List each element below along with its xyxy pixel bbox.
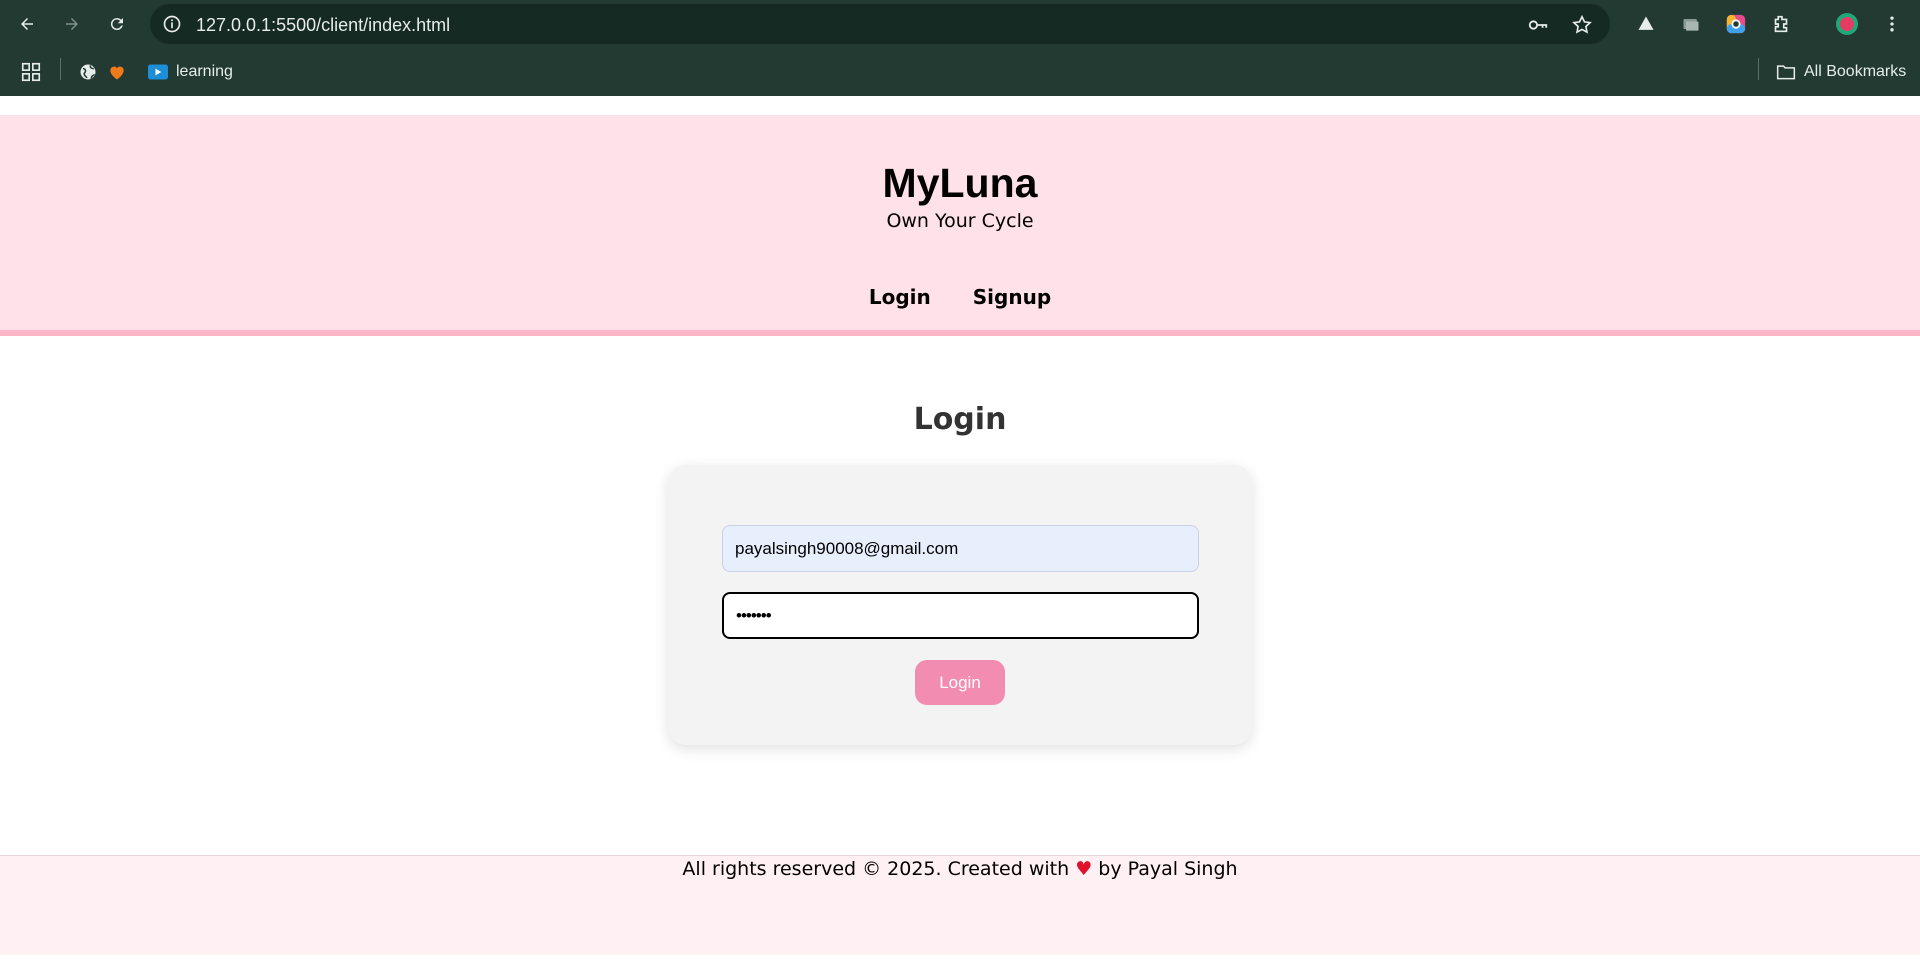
site-info-icon[interactable]: [162, 14, 182, 34]
site-tagline: Own Your Cycle: [886, 210, 1034, 232]
heart-icon: ♥: [1075, 858, 1093, 880]
site-title: MyLuna: [882, 160, 1038, 206]
forward-button[interactable]: [57, 9, 87, 39]
bookmarks-bar: learning All Bookmarks: [0, 48, 1920, 96]
forward-icon: [66, 18, 78, 30]
site-footer: All rights reserved © 2025. Created with…: [0, 855, 1920, 955]
folder-icon: [1776, 65, 1796, 80]
login-form-card: Login: [668, 465, 1252, 745]
back-icon: [21, 18, 33, 30]
password-field[interactable]: [722, 592, 1199, 639]
browser-chrome: 127.0.0.1:5500/client/index.html learnin…: [0, 0, 1920, 96]
main-nav: Login Signup: [0, 285, 1920, 309]
menu-dots-icon[interactable]: [1880, 12, 1904, 36]
all-bookmarks-label: All Bookmarks: [1804, 63, 1907, 80]
heart-icon[interactable]: [107, 60, 127, 84]
login-heading: Login: [913, 402, 1007, 437]
footer-text-end: by Payal Singh: [1098, 858, 1238, 880]
password-key-icon[interactable]: [1527, 14, 1549, 36]
reload-button[interactable]: [102, 9, 132, 39]
login-submit-button[interactable]: Login: [915, 660, 1005, 705]
bookmark-learning-label: learning: [176, 63, 233, 80]
nav-signup-link[interactable]: Signup: [973, 285, 1051, 309]
reload-icon: [110, 18, 123, 31]
back-button[interactable]: [12, 9, 42, 39]
bookmark-learning[interactable]: learning: [148, 60, 233, 84]
email-field[interactable]: [722, 525, 1199, 572]
drive-extension-icon[interactable]: [1634, 12, 1658, 36]
url-text[interactable]: 127.0.0.1:5500/client/index.html: [196, 15, 450, 36]
site-header: MyLuna Own Your Cycle Login Signup: [0, 115, 1920, 336]
globe-icon[interactable]: [78, 60, 98, 84]
color-extension-icon[interactable]: [1724, 12, 1748, 36]
bookmark-divider: [1758, 58, 1759, 80]
extensions-icon[interactable]: [1769, 12, 1793, 36]
browser-toolbar: 127.0.0.1:5500/client/index.html: [0, 0, 1920, 48]
youtube-icon: [148, 64, 168, 80]
nav-login-link[interactable]: Login: [869, 285, 931, 309]
all-bookmarks-button[interactable]: All Bookmarks: [1776, 60, 1906, 84]
apps-grid-icon[interactable]: [20, 60, 42, 84]
profile-avatar-icon[interactable]: [1835, 12, 1859, 36]
bookmark-divider: [60, 58, 61, 80]
footer-text: All rights reserved © 2025. Created with…: [0, 858, 1920, 880]
tab-extension-icon[interactable]: [1679, 12, 1703, 36]
address-bar[interactable]: 127.0.0.1:5500/client/index.html: [150, 4, 1610, 44]
footer-text-start: All rights reserved © 2025. Created with: [682, 858, 1070, 880]
bookmark-star-icon[interactable]: [1571, 14, 1593, 36]
